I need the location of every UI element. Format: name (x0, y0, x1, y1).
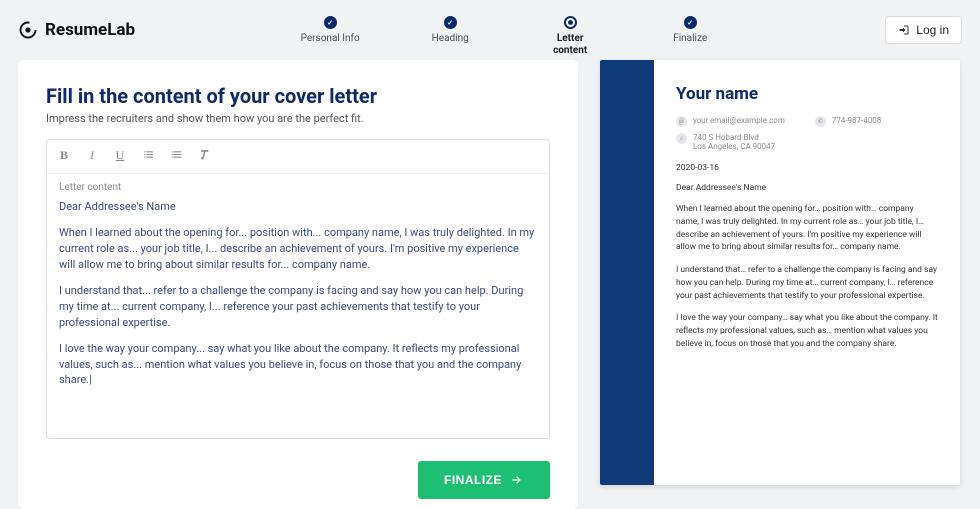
editor-p3: I love the way your company... say what … (59, 341, 537, 389)
italic-icon[interactable]: I (85, 148, 99, 165)
letter-content-input[interactable]: Dear Addressee's Name When I learned abo… (47, 193, 549, 438)
login-button[interactable]: Log in (885, 16, 962, 44)
step-personal-info[interactable]: Personal Info (270, 16, 390, 45)
bullet-list-icon[interactable] (141, 148, 155, 165)
step-label: Finalize (660, 33, 720, 45)
preview-address-lines: 740 S Hobard Blvd Los Angeles, CA 90047 (693, 133, 775, 151)
logo-text: ResumeLab (45, 20, 135, 40)
preview-phone: ✆ 774-987-4008 (815, 116, 881, 127)
preview-phone-text: 774-987-4008 (832, 116, 881, 125)
step-dot (684, 16, 697, 29)
step-label: Personal Info (300, 33, 360, 45)
editor-p2: I understand that... refer to a challeng… (59, 283, 537, 331)
app-logo: ResumeLab (18, 20, 135, 40)
preview-name: Your name (676, 84, 938, 104)
step-heading[interactable]: Heading (390, 16, 510, 45)
editor-toolbar: B I U (47, 140, 549, 174)
finalize-button[interactable]: FINALIZE (418, 461, 550, 499)
step-label: Heading (420, 33, 480, 45)
preview-body: Your name @ your.email@example.com ✆ 774… (654, 60, 960, 485)
document-preview: Your name @ your.email@example.com ✆ 774… (600, 60, 960, 485)
logo-icon (18, 20, 38, 40)
step-letter-content[interactable]: Letter content (510, 16, 630, 57)
editor-panel: Fill in the content of your cover letter… (18, 60, 578, 509)
step-dot (324, 16, 337, 29)
editor-p1: When I learned about the opening for... … (59, 225, 537, 273)
preview-email-text: your.email@example.com (693, 116, 785, 125)
panel-title: Fill in the content of your cover letter (46, 84, 550, 108)
finalize-label: FINALIZE (444, 473, 502, 487)
step-label: Letter content (540, 33, 600, 57)
preview-accent-bar (600, 60, 654, 485)
app-header: ResumeLab Personal Info Heading Letter c… (0, 0, 980, 60)
numbered-list-icon[interactable] (169, 148, 183, 165)
step-finalize[interactable]: Finalize (630, 16, 750, 45)
preview-addr1: 740 S Hobard Blvd (693, 133, 759, 142)
preview-p1: When I learned about the opening for… po… (676, 203, 938, 254)
preview-addr2: Los Angeles, CA 90047 (693, 142, 775, 151)
preview-greeting: Dear Addressee's Name (676, 183, 938, 193)
step-dot (564, 16, 577, 29)
pin-icon: ⌂ (676, 133, 687, 144)
preview-p2: I understand that… refer to a challenge … (676, 264, 938, 302)
clear-format-icon[interactable] (197, 148, 211, 165)
preview-column: Your name @ your.email@example.com ✆ 774… (600, 60, 962, 509)
phone-icon: ✆ (815, 116, 826, 127)
bold-icon[interactable]: B (57, 148, 71, 165)
login-label: Log in (916, 23, 949, 37)
underline-icon[interactable]: U (113, 148, 127, 165)
step-dot (444, 16, 457, 29)
preview-date: 2020-03-16 (676, 163, 938, 173)
preview-email: @ your.email@example.com (676, 116, 785, 127)
main-area: Fill in the content of your cover letter… (0, 60, 980, 509)
at-icon: @ (676, 116, 687, 127)
editor-greeting: Dear Addressee's Name (59, 199, 537, 215)
editor-box: B I U Letter content Dear Addressee's Na… (46, 139, 550, 439)
login-icon (898, 24, 910, 36)
panel-subtitle: Impress the recruiters and show them how… (46, 112, 550, 125)
arrow-right-icon (510, 473, 524, 487)
preview-address: ⌂ 740 S Hobard Blvd Los Angeles, CA 9004… (676, 133, 938, 151)
preview-p3: I love the way your company… say what yo… (676, 312, 938, 350)
field-label: Letter content (47, 174, 549, 193)
progress-stepper: Personal Info Heading Letter content Fin… (135, 0, 885, 60)
